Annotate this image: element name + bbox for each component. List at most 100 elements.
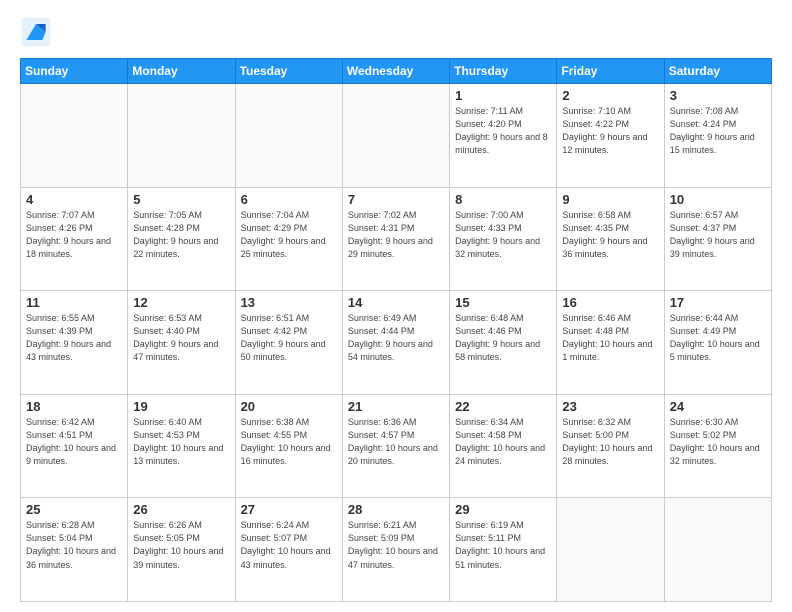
calendar-cell: 14 Sunrise: 6:49 AM Sunset: 4:44 PM Dayli…	[342, 291, 449, 395]
day-number: 27	[241, 502, 337, 517]
calendar-cell: 8 Sunrise: 7:00 AM Sunset: 4:33 PM Daylig…	[450, 187, 557, 291]
calendar-cell: 17 Sunrise: 6:44 AM Sunset: 4:49 PM Dayli…	[664, 291, 771, 395]
day-info: Sunrise: 6:32 AM Sunset: 5:00 PM Dayligh…	[562, 416, 658, 468]
day-number: 11	[26, 295, 122, 310]
calendar-cell: 4 Sunrise: 7:07 AM Sunset: 4:26 PM Daylig…	[21, 187, 128, 291]
day-number: 15	[455, 295, 551, 310]
day-info: Sunrise: 6:36 AM Sunset: 4:57 PM Dayligh…	[348, 416, 444, 468]
weekday-header-tuesday: Tuesday	[235, 59, 342, 84]
calendar-cell: 19 Sunrise: 6:40 AM Sunset: 4:53 PM Dayli…	[128, 394, 235, 498]
calendar-cell: 13 Sunrise: 6:51 AM Sunset: 4:42 PM Dayli…	[235, 291, 342, 395]
day-info: Sunrise: 7:04 AM Sunset: 4:29 PM Dayligh…	[241, 209, 337, 261]
day-info: Sunrise: 7:02 AM Sunset: 4:31 PM Dayligh…	[348, 209, 444, 261]
day-number: 8	[455, 192, 551, 207]
day-info: Sunrise: 7:00 AM Sunset: 4:33 PM Dayligh…	[455, 209, 551, 261]
calendar-cell: 10Sunrise: 6:57 AM Sunset: 4:37 PM Dayli…	[664, 187, 771, 291]
day-info: Sunrise: 6:42 AM Sunset: 4:51 PM Dayligh…	[26, 416, 122, 468]
calendar-cell: 7 Sunrise: 7:02 AM Sunset: 4:31 PM Daylig…	[342, 187, 449, 291]
calendar-cell: 2 Sunrise: 7:10 AM Sunset: 4:22 PM Daylig…	[557, 84, 664, 188]
day-info: Sunrise: 7:08 AM Sunset: 4:24 PM Dayligh…	[670, 105, 766, 157]
day-number: 20	[241, 399, 337, 414]
day-number: 24	[670, 399, 766, 414]
calendar-cell: 25Sunrise: 6:28 AM Sunset: 5:04 PM Dayli…	[21, 498, 128, 602]
day-info: Sunrise: 7:05 AM Sunset: 4:28 PM Dayligh…	[133, 209, 229, 261]
calendar-cell: 15 Sunrise: 6:48 AM Sunset: 4:46 PM Dayli…	[450, 291, 557, 395]
day-number: 23	[562, 399, 658, 414]
logo	[20, 16, 56, 48]
weekday-header-wednesday: Wednesday	[342, 59, 449, 84]
calendar-cell: 26 Sunrise: 6:26 AM Sunset: 5:05 PM Dayli…	[128, 498, 235, 602]
day-number: 21	[348, 399, 444, 414]
day-number: 9	[562, 192, 658, 207]
calendar-cell	[342, 84, 449, 188]
day-info: Sunrise: 6:26 AM Sunset: 5:05 PM Dayligh…	[133, 519, 229, 571]
day-info: Sunrise: 6:38 AM Sunset: 4:55 PM Dayligh…	[241, 416, 337, 468]
day-info: Sunrise: 6:34 AM Sunset: 4:58 PM Dayligh…	[455, 416, 551, 468]
calendar-cell: 23 Sunrise: 6:32 AM Sunset: 5:00 PM Dayli…	[557, 394, 664, 498]
calendar-cell: 21 Sunrise: 6:36 AM Sunset: 4:57 PM Dayli…	[342, 394, 449, 498]
calendar-cell: 12 Sunrise: 6:53 AM Sunset: 4:40 PM Dayli…	[128, 291, 235, 395]
calendar-cell: 9 Sunrise: 6:58 AM Sunset: 4:35 PM Daylig…	[557, 187, 664, 291]
day-info: Sunrise: 6:44 AM Sunset: 4:49 PM Dayligh…	[670, 312, 766, 364]
calendar-cell	[128, 84, 235, 188]
day-info: Sunrise: 6:58 AM Sunset: 4:35 PM Dayligh…	[562, 209, 658, 261]
day-number: 26	[133, 502, 229, 517]
day-info: Sunrise: 6:24 AM Sunset: 5:07 PM Dayligh…	[241, 519, 337, 571]
day-info: Sunrise: 6:48 AM Sunset: 4:46 PM Dayligh…	[455, 312, 551, 364]
day-number: 7	[348, 192, 444, 207]
calendar-cell: 6 Sunrise: 7:04 AM Sunset: 4:29 PM Daylig…	[235, 187, 342, 291]
weekday-header-sunday: Sunday	[21, 59, 128, 84]
day-info: Sunrise: 6:46 AM Sunset: 4:48 PM Dayligh…	[562, 312, 658, 364]
day-number: 1	[455, 88, 551, 103]
day-info: Sunrise: 6:51 AM Sunset: 4:42 PM Dayligh…	[241, 312, 337, 364]
day-info: Sunrise: 7:07 AM Sunset: 4:26 PM Dayligh…	[26, 209, 122, 261]
day-info: Sunrise: 6:28 AM Sunset: 5:04 PM Dayligh…	[26, 519, 122, 571]
calendar-cell	[235, 84, 342, 188]
calendar-cell: 16 Sunrise: 6:46 AM Sunset: 4:48 PM Dayli…	[557, 291, 664, 395]
day-number: 17	[670, 295, 766, 310]
day-number: 12	[133, 295, 229, 310]
day-info: Sunrise: 6:57 AM Sunset: 4:37 PM Dayligh…	[670, 209, 766, 261]
day-number: 22	[455, 399, 551, 414]
calendar-cell: 3Sunrise: 7:08 AM Sunset: 4:24 PM Daylig…	[664, 84, 771, 188]
day-number: 6	[241, 192, 337, 207]
day-number: 16	[562, 295, 658, 310]
weekday-header-monday: Monday	[128, 59, 235, 84]
day-number: 5	[133, 192, 229, 207]
page: SundayMondayTuesdayWednesdayThursdayFrid…	[0, 0, 792, 612]
day-number: 13	[241, 295, 337, 310]
day-number: 18	[26, 399, 122, 414]
day-number: 2	[562, 88, 658, 103]
day-number: 14	[348, 295, 444, 310]
week-row-2: 11 Sunrise: 6:55 AM Sunset: 4:39 PM Dayli…	[21, 291, 772, 395]
day-info: Sunrise: 6:55 AM Sunset: 4:39 PM Dayligh…	[26, 312, 122, 364]
day-info: Sunrise: 6:19 AM Sunset: 5:11 PM Dayligh…	[455, 519, 551, 571]
day-info: Sunrise: 6:30 AM Sunset: 5:02 PM Dayligh…	[670, 416, 766, 468]
day-number: 4	[26, 192, 122, 207]
calendar-cell: 28Sunrise: 6:21 AM Sunset: 5:09 PM Dayli…	[342, 498, 449, 602]
day-info: Sunrise: 7:10 AM Sunset: 4:22 PM Dayligh…	[562, 105, 658, 157]
weekday-header-friday: Friday	[557, 59, 664, 84]
day-number: 19	[133, 399, 229, 414]
day-info: Sunrise: 6:49 AM Sunset: 4:44 PM Dayligh…	[348, 312, 444, 364]
calendar-cell: 18 Sunrise: 6:42 AM Sunset: 4:51 PM Dayli…	[21, 394, 128, 498]
calendar-cell: 22 Sunrise: 6:34 AM Sunset: 4:58 PM Dayli…	[450, 394, 557, 498]
day-info: Sunrise: 6:53 AM Sunset: 4:40 PM Dayligh…	[133, 312, 229, 364]
logo-icon	[20, 16, 52, 48]
calendar-cell	[557, 498, 664, 602]
week-row-4: 25Sunrise: 6:28 AM Sunset: 5:04 PM Dayli…	[21, 498, 772, 602]
week-row-0: 1Sunrise: 7:11 AM Sunset: 4:20 PM Daylig…	[21, 84, 772, 188]
calendar-cell: 29 Sunrise: 6:19 AM Sunset: 5:11 PM Dayli…	[450, 498, 557, 602]
calendar-cell: 11 Sunrise: 6:55 AM Sunset: 4:39 PM Dayli…	[21, 291, 128, 395]
weekday-header-row: SundayMondayTuesdayWednesdayThursdayFrid…	[21, 59, 772, 84]
calendar-cell: 24 Sunrise: 6:30 AM Sunset: 5:02 PM Dayli…	[664, 394, 771, 498]
week-row-1: 4 Sunrise: 7:07 AM Sunset: 4:26 PM Daylig…	[21, 187, 772, 291]
weekday-header-thursday: Thursday	[450, 59, 557, 84]
calendar-cell	[21, 84, 128, 188]
calendar-cell: 5 Sunrise: 7:05 AM Sunset: 4:28 PM Daylig…	[128, 187, 235, 291]
weekday-header-saturday: Saturday	[664, 59, 771, 84]
week-row-3: 18 Sunrise: 6:42 AM Sunset: 4:51 PM Dayli…	[21, 394, 772, 498]
header	[20, 16, 772, 48]
day-info: Sunrise: 6:40 AM Sunset: 4:53 PM Dayligh…	[133, 416, 229, 468]
day-number: 29	[455, 502, 551, 517]
